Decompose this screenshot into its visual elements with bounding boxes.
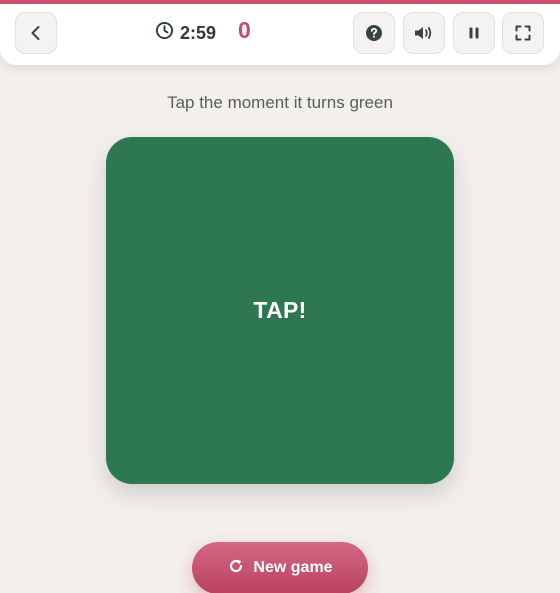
back-button[interactable] (15, 12, 57, 54)
tap-area[interactable]: TAP! (106, 137, 454, 484)
instruction-text: Tap the moment it turns green (167, 93, 393, 112)
new-game-button[interactable]: New game (192, 542, 368, 593)
game-screen: 2:59 0 Tap the moment it turns green TAP (0, 0, 560, 593)
fullscreen-icon (514, 24, 532, 42)
top-accent-bar (0, 0, 560, 4)
fullscreen-button[interactable] (502, 12, 544, 54)
pause-button[interactable] (453, 12, 495, 54)
help-button[interactable] (353, 12, 395, 54)
sound-button[interactable] (403, 12, 445, 54)
pause-icon (466, 25, 482, 41)
top-bar: 2:59 0 (0, 0, 560, 65)
new-game-label: New game (253, 559, 333, 576)
restart-icon (227, 557, 245, 580)
tap-label: TAP! (253, 297, 307, 323)
score-value: 0 (238, 17, 251, 43)
timer: 2:59 (155, 20, 216, 46)
chevron-left-icon (27, 24, 45, 42)
clock-icon (155, 21, 174, 45)
timer-value: 2:59 (180, 22, 217, 43)
question-circle-icon (365, 24, 383, 42)
volume-icon (413, 24, 435, 42)
